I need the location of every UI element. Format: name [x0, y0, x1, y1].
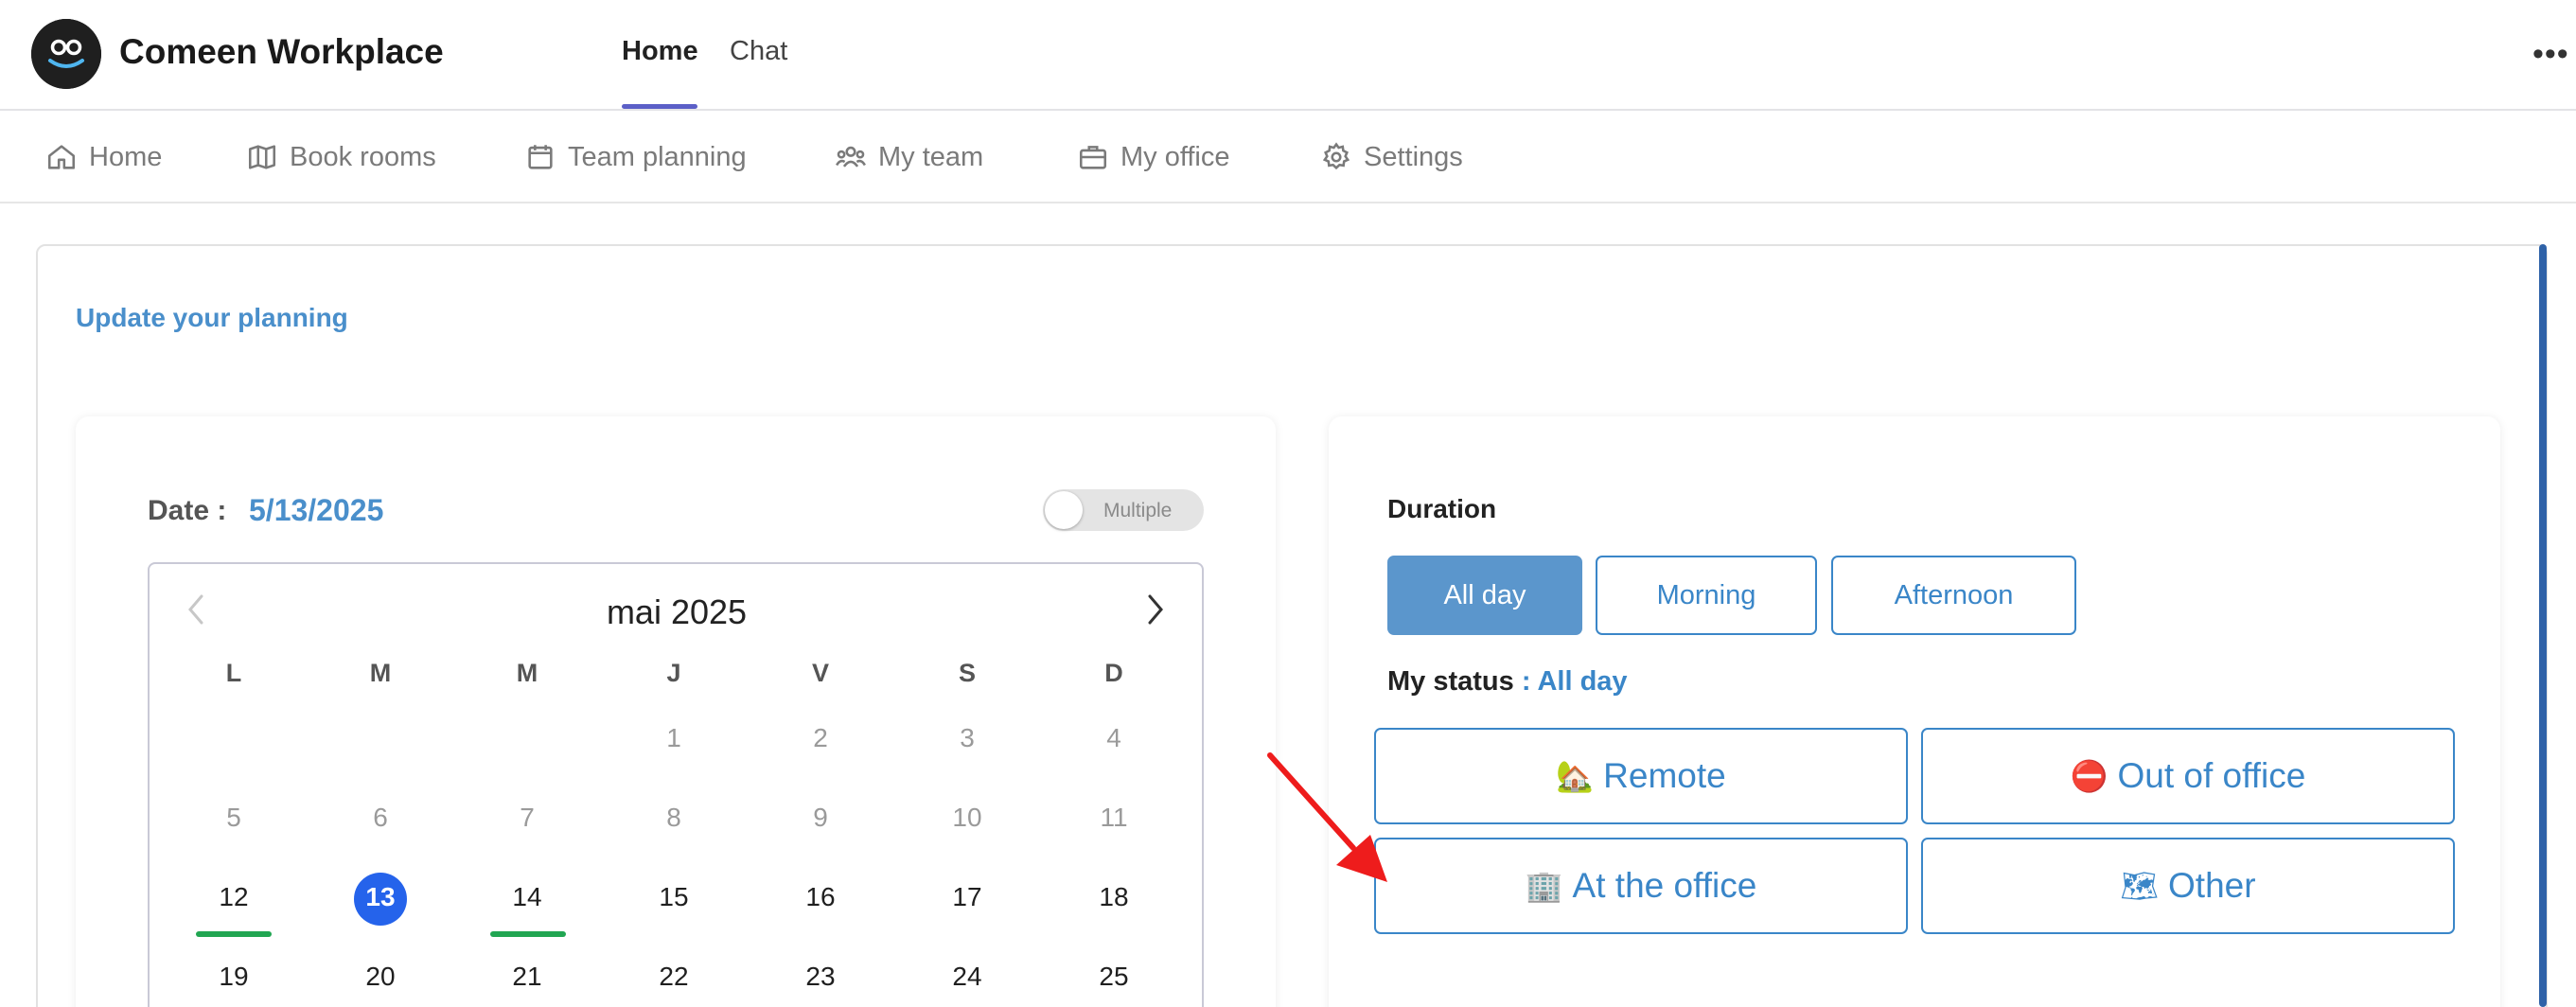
chevron-right-icon[interactable]	[1145, 592, 1166, 627]
scrollbar[interactable]	[2539, 244, 2547, 1007]
nav-item-label: My team	[878, 141, 984, 172]
calendar-day[interactable]: 17	[939, 882, 996, 912]
selected-date: 5/13/2025	[249, 493, 384, 527]
calendar-day[interactable]: 5	[205, 803, 262, 833]
nav-item-label: Book rooms	[290, 141, 436, 172]
app-logo-icon	[31, 19, 101, 89]
briefcase-icon	[1079, 146, 1107, 169]
weekday-label: M	[369, 659, 392, 687]
calendar-day[interactable]: 7	[499, 803, 556, 833]
secondary-nav: Home Book rooms Team planning My team My…	[0, 113, 2576, 203]
status-marker	[196, 931, 272, 937]
status-marker	[490, 931, 566, 937]
weekday-label: S	[958, 659, 976, 687]
chevron-left-icon[interactable]	[185, 592, 206, 627]
calendar-day[interactable]: 22	[645, 962, 702, 992]
calendar-day[interactable]: 23	[792, 962, 849, 992]
calendar-day[interactable]: 4	[1085, 723, 1142, 753]
weekday-label: J	[666, 659, 681, 687]
nav-item-label: Home	[89, 141, 163, 172]
app-title: Comeen Workplace	[119, 32, 444, 71]
home-icon	[47, 145, 76, 169]
at-the-office-button[interactable]: 🏢 At the office	[1374, 838, 1908, 934]
nav-item-label: Settings	[1364, 141, 1463, 172]
nav-item-label: Team planning	[568, 141, 747, 172]
tab-chat[interactable]: Chat	[730, 36, 787, 67]
duration-title: Duration	[1387, 494, 1497, 523]
tab-home[interactable]: Home	[622, 36, 698, 67]
multiple-toggle[interactable]: Multiple	[1043, 489, 1204, 531]
weekday-label: V	[811, 659, 829, 687]
team-icon	[836, 146, 866, 168]
calendar-day[interactable]: 15	[645, 882, 702, 912]
calendar-day[interactable]: 20	[352, 962, 409, 992]
all-day-button[interactable]: All day	[1387, 556, 1582, 635]
calendar-day[interactable]: 9	[792, 803, 849, 833]
map-icon	[248, 145, 276, 169]
weekday-label: M	[516, 659, 538, 687]
calendar-day[interactable]: 1	[645, 723, 702, 753]
morning-button[interactable]: Morning	[1596, 556, 1817, 635]
no-entry-icon: ⛔	[2070, 758, 2108, 794]
my-status-line: My status : All day	[1387, 666, 1628, 698]
button-label: Out of office	[2117, 756, 2306, 795]
other-button[interactable]: 🗺 Other	[1921, 838, 2455, 934]
house-icon: 🏡	[1556, 758, 1595, 794]
calendar-day[interactable]: 21	[499, 962, 556, 992]
nav-item-team-planning[interactable]: Team planning	[524, 141, 747, 173]
afternoon-button[interactable]: Afternoon	[1831, 556, 2076, 635]
office-building-icon: 🏢	[1525, 868, 1563, 904]
calendar-day[interactable]: 19	[205, 962, 262, 992]
status-separator: :	[1513, 666, 1538, 697]
calendar-day[interactable]: 2	[792, 723, 849, 753]
status-value: All day	[1537, 666, 1628, 697]
button-label: Other	[2168, 866, 2256, 905]
date-label: Date :	[148, 495, 227, 526]
out-of-office-button[interactable]: ⛔ Out of office	[1921, 728, 2455, 824]
toggle-label: Multiple	[1103, 500, 1173, 521]
calendar-day[interactable]: 3	[939, 723, 996, 753]
calendar-day[interactable]: 8	[645, 803, 702, 833]
weekday-label: L	[225, 659, 242, 687]
calendar-day[interactable]: 6	[352, 803, 409, 833]
nav-item-settings[interactable]: Settings	[1320, 141, 1463, 173]
annotation-arrow-icon	[1267, 752, 1387, 882]
more-options-icon[interactable]: •••	[2532, 36, 2569, 73]
nav-item-label: My office	[1120, 141, 1230, 172]
nav-item-home[interactable]: Home	[45, 141, 162, 173]
button-label: At the office	[1572, 866, 1757, 905]
calendar-day[interactable]: 10	[939, 803, 996, 833]
nav-item-my-office[interactable]: My office	[1077, 141, 1230, 173]
status-label: My status	[1387, 666, 1514, 697]
calendar-day[interactable]: 25	[1085, 962, 1142, 992]
calendar-day[interactable]: 11	[1085, 803, 1142, 833]
top-bar: Comeen Workplace Home Chat •••	[0, 0, 2576, 111]
nav-item-my-team[interactable]: My team	[835, 141, 983, 173]
calendar-day[interactable]: 12	[205, 882, 262, 912]
weekday-label: D	[1104, 659, 1123, 687]
remote-button[interactable]: 🏡 Remote	[1374, 728, 1908, 824]
calendar-day[interactable]: 24	[939, 962, 996, 992]
calendar-day[interactable]: 14	[499, 882, 556, 912]
calendar-day[interactable]: 18	[1085, 882, 1142, 912]
calendar-icon	[528, 145, 553, 169]
map-icon: 🗺	[2120, 868, 2160, 904]
active-tab-indicator	[622, 104, 697, 109]
nav-item-book-rooms[interactable]: Book rooms	[246, 141, 436, 173]
calendar-day[interactable]: 16	[792, 882, 849, 912]
calendar-day-selected[interactable]: 13	[352, 882, 409, 912]
calendar-month-label: mai 2025	[606, 592, 748, 631]
gear-icon	[1322, 142, 1350, 170]
button-label: Remote	[1603, 756, 1726, 795]
toggle-knob	[1045, 491, 1083, 529]
planning-title: Update your planning	[76, 303, 348, 332]
